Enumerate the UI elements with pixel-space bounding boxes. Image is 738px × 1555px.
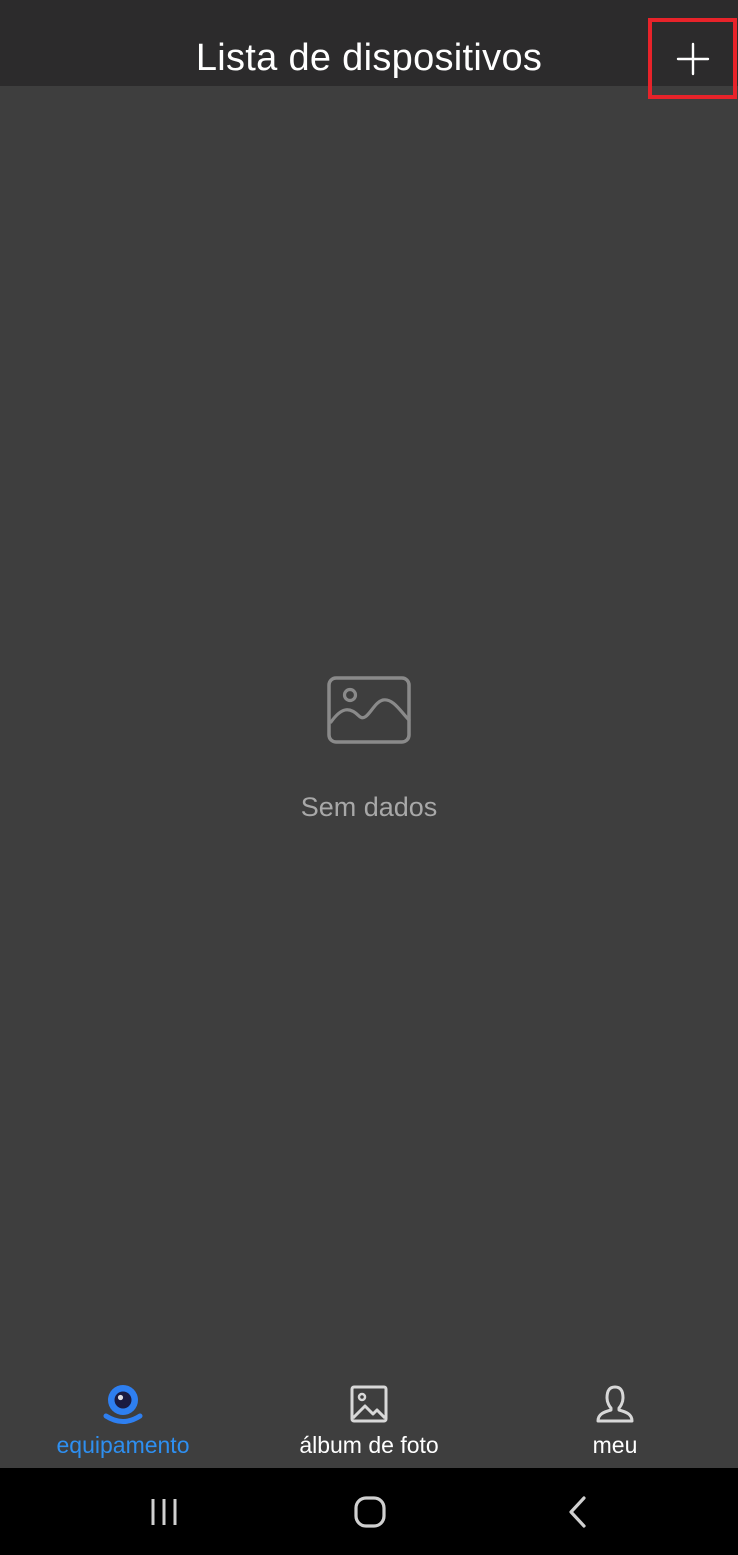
- back-icon: [569, 1496, 586, 1528]
- app-bar: Lista de dispositivos: [0, 0, 738, 86]
- system-navigation-bar: [0, 1468, 738, 1555]
- tab-album-de-foto[interactable]: álbum de foto: [246, 1370, 492, 1468]
- tab-meu[interactable]: meu: [492, 1370, 738, 1468]
- add-device-button[interactable]: [648, 18, 737, 99]
- tab-label: meu: [592, 1432, 638, 1458]
- app-screen: Lista de dispositivos Sem dados equipame…: [0, 0, 738, 1555]
- image-placeholder-icon: [327, 676, 411, 744]
- empty-state-message: Sem dados: [300, 792, 438, 822]
- plus-icon: [676, 42, 709, 75]
- empty-state: Sem dados: [0, 676, 738, 824]
- home-icon: [354, 1496, 386, 1528]
- recents-icon: [151, 1499, 177, 1525]
- page-title: Lista de dispositivos: [195, 37, 543, 79]
- back-button[interactable]: [556, 1490, 600, 1534]
- person-icon: [593, 1382, 637, 1426]
- home-button[interactable]: [348, 1490, 392, 1534]
- tab-label: álbum de foto: [299, 1432, 439, 1458]
- bottom-tab-bar: equipamento álbum de foto meu: [0, 1370, 738, 1468]
- recents-button[interactable]: [142, 1490, 186, 1534]
- tab-label: equipamento: [56, 1432, 190, 1458]
- camera-icon: [101, 1382, 145, 1426]
- tab-equipamento[interactable]: equipamento: [0, 1370, 246, 1468]
- photo-album-icon: [347, 1382, 391, 1426]
